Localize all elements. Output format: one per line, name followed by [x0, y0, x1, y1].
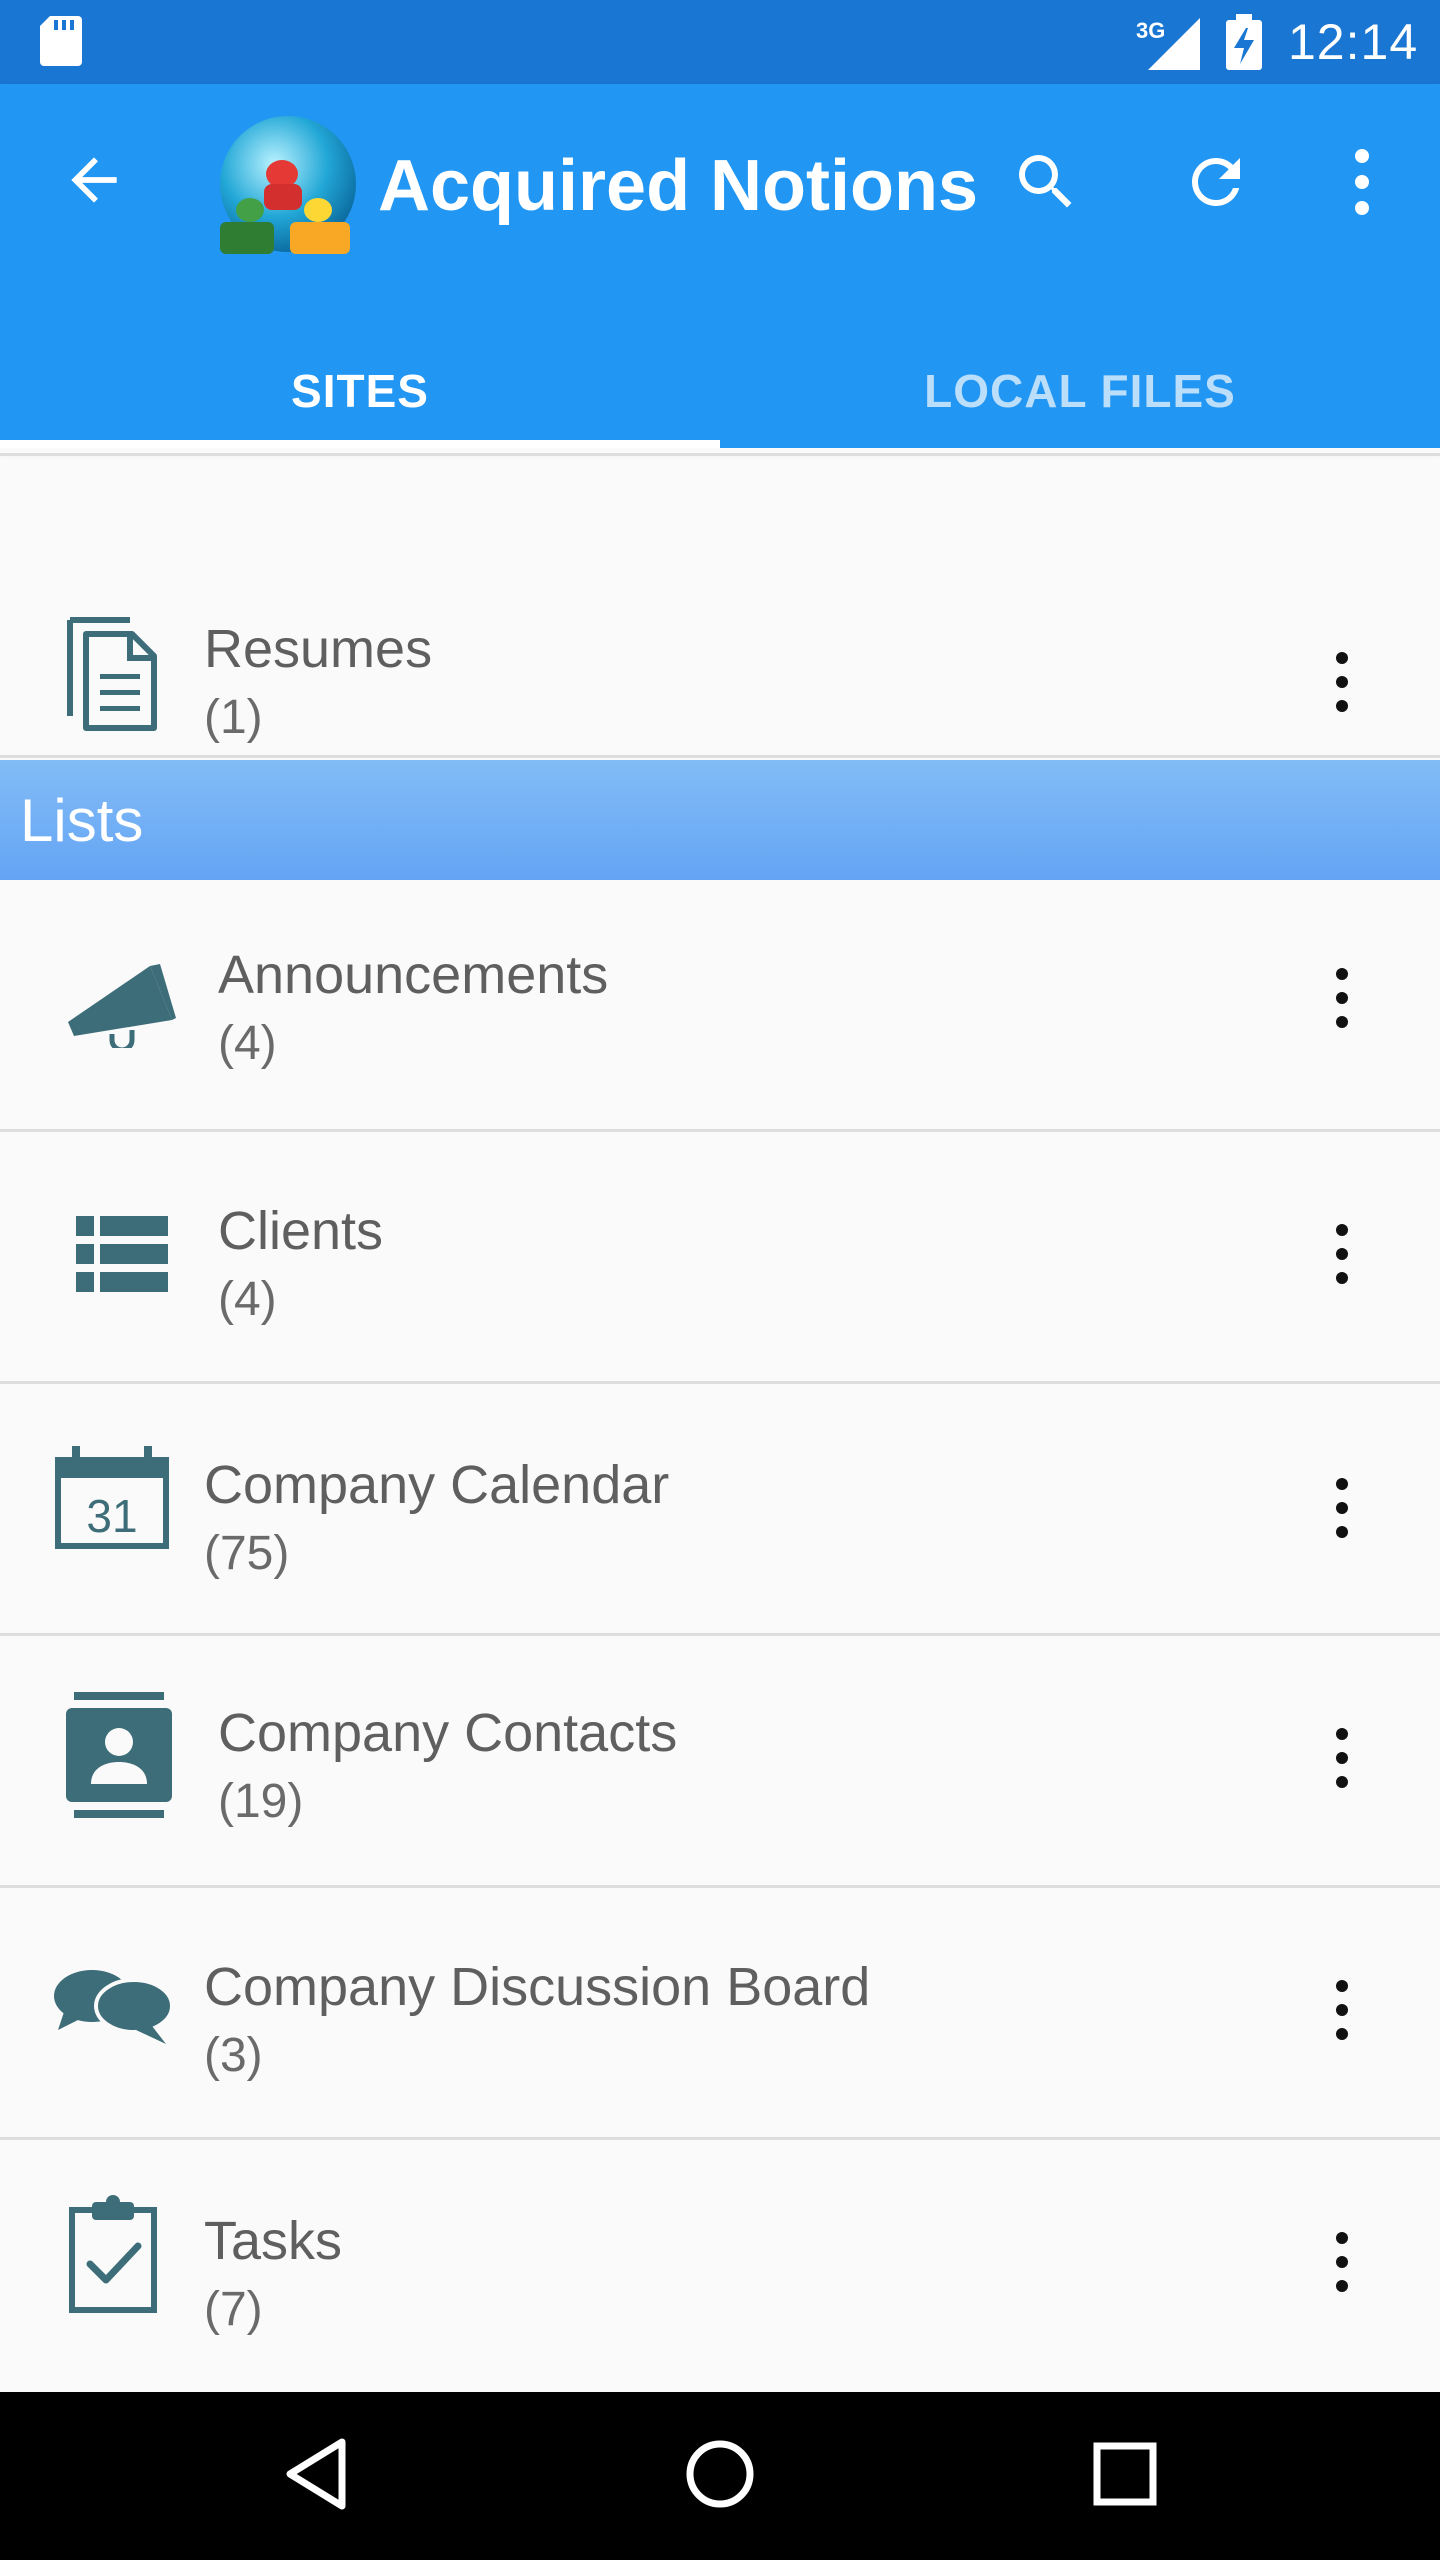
app-logo-icon — [220, 116, 356, 254]
list-item-resumes[interactable]: Resumes (1) — [0, 506, 1440, 758]
list-item-label: Tasks — [204, 2211, 343, 2271]
list-icon — [76, 1216, 168, 1292]
clock: 12:14 — [1288, 14, 1419, 70]
calendar-icon: 31 — [55, 1446, 169, 1549]
search-icon[interactable] — [1010, 146, 1082, 218]
list-item-company-contacts[interactable]: Company Contacts (19) — [0, 1636, 1440, 1888]
chat-bubbles-icon — [54, 1970, 172, 2044]
battery-charging-icon — [1226, 14, 1262, 70]
section-header-lists: Lists — [0, 760, 1440, 880]
tab-sites[interactable]: SITES — [0, 334, 720, 448]
overflow-menu-icon[interactable] — [1336, 146, 1388, 218]
network-type-label: 3G — [1136, 18, 1165, 43]
tab-indicator — [0, 440, 720, 448]
refresh-icon[interactable] — [1180, 146, 1252, 218]
site-content-list[interactable]: Resumes (1) Lists Announcements (4) Clie… — [0, 448, 1440, 2392]
contacts-icon — [66, 1692, 172, 1818]
list-item-count: (3) — [204, 2029, 263, 2082]
item-menu-icon[interactable] — [1324, 2230, 1360, 2294]
tab-local-files[interactable]: LOCAL FILES — [720, 334, 1440, 448]
megaphone-icon — [68, 964, 176, 1048]
list-item-company-calendar[interactable]: 31 Company Calendar (75) — [0, 1384, 1440, 1636]
item-menu-icon[interactable] — [1324, 1726, 1360, 1790]
nav-home-icon[interactable] — [682, 2434, 758, 2514]
app-bar: Acquired Notions SITES LOCAL FILES — [0, 84, 1440, 448]
clipboard-check-icon — [69, 2195, 157, 2313]
list-item-label: Resumes — [204, 619, 433, 679]
sd-card-icon — [40, 16, 82, 66]
list-item-company-discussion-board[interactable]: Company Discussion Board (3) — [0, 1888, 1440, 2140]
system-navigation-bar — [0, 2392, 1440, 2560]
calendar-day-label: 31 — [86, 1490, 137, 1542]
list-item-count: (19) — [218, 1775, 304, 1828]
nav-recents-icon[interactable] — [1090, 2434, 1160, 2514]
nav-back-icon[interactable] — [280, 2434, 352, 2514]
list-item-announcements[interactable]: Announcements (4) — [0, 880, 1440, 1132]
section-header-label: Lists — [20, 787, 144, 854]
list-item-count: (4) — [218, 1017, 277, 1070]
list-item-count: (4) — [218, 1273, 277, 1326]
item-menu-icon[interactable] — [1324, 1476, 1360, 1540]
item-menu-icon[interactable] — [1324, 1222, 1360, 1286]
signal-3g-icon: 3G — [1136, 18, 1200, 70]
document-icon — [67, 617, 157, 731]
list-item-partial — [0, 448, 1440, 456]
item-menu-icon[interactable] — [1324, 650, 1360, 714]
list-item-label: Company Contacts — [218, 1703, 678, 1763]
list-item-label: Company Calendar — [204, 1455, 670, 1515]
list-item-clients[interactable]: Clients (4) — [0, 1132, 1440, 1384]
list-item-count: (1) — [204, 691, 263, 744]
item-menu-icon[interactable] — [1324, 966, 1360, 1030]
list-item-tasks[interactable]: Tasks (7) — [0, 2140, 1440, 2392]
list-item-label: Company Discussion Board — [204, 1957, 871, 2017]
list-item-count: (7) — [204, 2283, 263, 2336]
list-item-label: Announcements — [218, 945, 609, 1005]
list-item-label: Clients — [218, 1201, 384, 1261]
back-arrow-icon[interactable] — [60, 146, 128, 214]
item-menu-icon[interactable] — [1324, 1978, 1360, 2042]
app-title: Acquired Notions — [378, 146, 979, 226]
list-item-count: (75) — [204, 1527, 290, 1580]
status-bar: 3G 12:14 — [0, 0, 1440, 84]
